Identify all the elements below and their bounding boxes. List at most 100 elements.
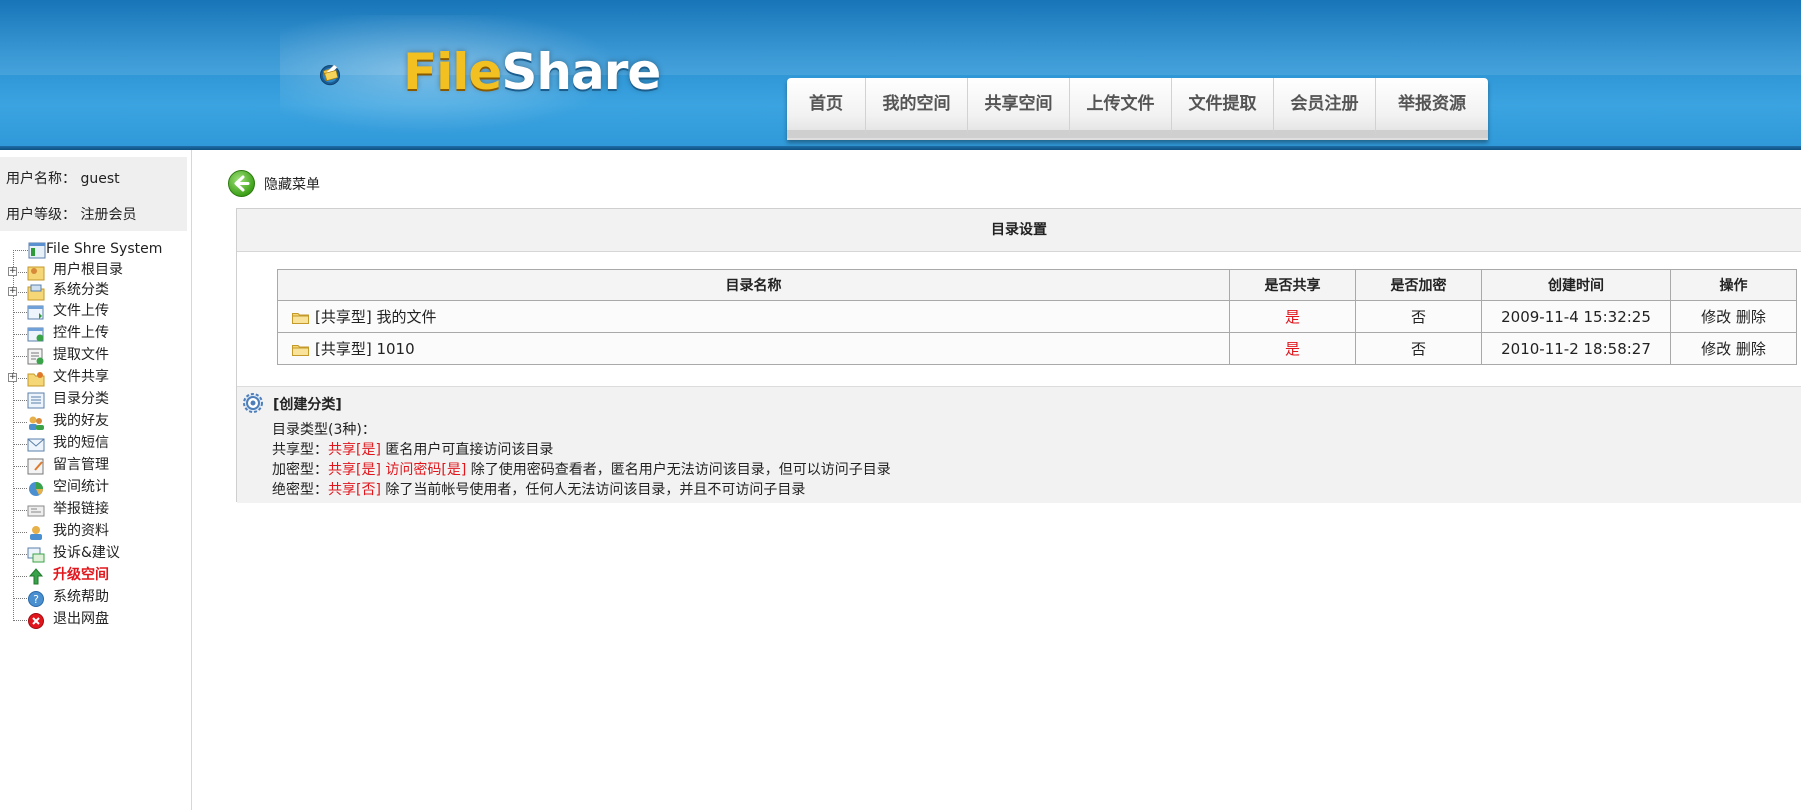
gear-icon	[243, 393, 263, 413]
sidebar-item[interactable]: 提取文件	[0, 344, 191, 369]
user-name-value: guest	[80, 171, 120, 187]
upload-icon	[27, 305, 44, 320]
extract-icon	[27, 348, 44, 365]
expand-icon[interactable]: +	[8, 267, 17, 276]
message-icon	[27, 438, 45, 452]
col-actions: 操作	[1670, 269, 1797, 301]
sidebar-item[interactable]: 留言管理	[0, 454, 191, 479]
encrypted-type-line: 加密型：共享[是] 访问密码[是] 除了使用密码查看者，匿名用户无法访问该目录，…	[272, 459, 891, 479]
tree-root[interactable]: File Shre System	[0, 238, 191, 263]
edit-link[interactable]: 修改	[1701, 308, 1731, 326]
edit-link[interactable]: 修改	[1701, 340, 1731, 358]
sidebar-item[interactable]: + 文件共享	[0, 366, 191, 391]
dir-name[interactable]: [共享型] 1010	[315, 340, 415, 358]
logo-share-text: Share	[501, 43, 661, 101]
tree-connector	[13, 532, 27, 533]
sidebar-item-label: 文件共享	[53, 369, 109, 385]
encrypted-type-tag2: 访问密码[是]	[385, 462, 467, 478]
col-encrypted: 是否加密	[1355, 269, 1482, 301]
types-line: 目录类型(3种)：	[272, 422, 376, 438]
sidebar-item[interactable]: 我的资料	[0, 520, 191, 545]
user-level-value: 注册会员	[80, 207, 137, 223]
list-icon	[27, 392, 45, 409]
panel-title: 目录设置	[237, 209, 1801, 252]
sidebar-item-label: 目录分类	[53, 391, 109, 407]
sidebar: 用户名称： guest 用户等级： 注册会员 File Shre System …	[0, 150, 192, 810]
expand-icon[interactable]: +	[8, 287, 17, 296]
sidebar-item[interactable]: + 用户根目录	[0, 260, 191, 285]
exit-icon	[28, 613, 44, 629]
sidebar-item-label: 升级空间	[53, 567, 109, 583]
sidebar-item[interactable]: 我的好友	[0, 410, 191, 435]
created-value: 2010-11-2 18:58:27	[1481, 332, 1671, 365]
directory-settings-panel: 目录设置 目录名称 是否共享 是否加密 创建时间 操作 [共享型] 我的文件 是…	[236, 208, 1801, 503]
sidebar-item[interactable]: 空间统计	[0, 476, 191, 501]
report-icon	[27, 505, 45, 517]
nav-home[interactable]: 首页	[787, 78, 866, 138]
sidebar-item-label: 我的好友	[53, 413, 109, 429]
nav-register[interactable]: 会员注册	[1274, 78, 1376, 138]
sidebar-item[interactable]: 目录分类	[0, 388, 191, 413]
top-nav: 首页 我的空间 共享空间 上传文件 文件提取 会员注册 举报资源	[787, 78, 1488, 140]
control-upload-icon	[27, 327, 44, 342]
sidebar-item[interactable]: 我的短信	[0, 432, 191, 457]
folder-icon	[292, 312, 309, 324]
sidebar-item[interactable]: 文件上传	[0, 300, 191, 325]
sidebar-item[interactable]: + 系统分类	[0, 280, 191, 305]
encrypted-type-desc: 除了使用密码查看者，匿名用户无法访问该目录，但可以访问子目录	[466, 462, 891, 478]
guestbook-icon	[27, 458, 44, 475]
user-name-label: 用户名称：	[6, 171, 76, 187]
table-row: [共享型] 我的文件 是 否 2009-11-4 15:32:25 修改 删除	[277, 300, 1797, 333]
encrypted-value: 否	[1355, 300, 1482, 333]
sidebar-item[interactable]: 举报链接	[0, 498, 191, 523]
sidebar-item[interactable]: 控件上传	[0, 322, 191, 347]
shared-value: 是	[1229, 300, 1356, 333]
dir-name[interactable]: [共享型] 我的文件	[315, 308, 436, 326]
header-bottom-line	[0, 146, 1801, 150]
expand-icon[interactable]: +	[8, 373, 17, 382]
nav-shared-space[interactable]: 共享空间	[968, 78, 1070, 138]
sidebar-item[interactable]: 退出网盘	[0, 608, 191, 630]
system-icon	[28, 242, 46, 259]
created-value: 2009-11-4 15:32:25	[1481, 300, 1671, 333]
tree-root-label: File Shre System	[46, 241, 163, 257]
hide-menu-label: 隐藏菜单	[264, 177, 320, 193]
tree-connector	[13, 488, 27, 489]
logo-file-text: File	[403, 43, 502, 101]
dir-name-cell: [共享型] 1010	[277, 332, 1230, 365]
sidebar-item-label: 投诉&建议	[53, 545, 120, 561]
shared-type-desc: 匿名用户可直接访问该目录	[380, 442, 554, 458]
private-type-desc: 除了当前帐号使用者，任何人无法访问该目录，并且不可访问子目录	[380, 482, 806, 498]
sidebar-item[interactable]: 投诉&建议	[0, 542, 191, 567]
tree-connector	[13, 422, 27, 423]
help-icon: ?	[28, 591, 44, 607]
table-row: [共享型] 1010 是 否 2010-11-2 18:58:27 修改 删除	[277, 332, 1797, 365]
nav-upload[interactable]: 上传文件	[1070, 78, 1172, 138]
sidebar-item[interactable]: ? 系统帮助	[0, 586, 191, 611]
sidebar-item-label: 举报链接	[53, 501, 109, 517]
user-level-label: 用户等级：	[6, 207, 76, 223]
delete-link[interactable]: 删除	[1736, 340, 1766, 358]
share-folder-icon	[27, 372, 45, 387]
sidebar-item-label: 用户根目录	[53, 262, 123, 278]
sidebar-item-label: 系统分类	[53, 282, 109, 298]
user-folder-icon	[27, 266, 45, 281]
tree-connector	[13, 356, 27, 357]
delete-link[interactable]: 删除	[1736, 308, 1766, 326]
sidebar-item-label: 系统帮助	[53, 589, 109, 605]
nav-extract[interactable]: 文件提取	[1172, 78, 1274, 138]
tree-connector	[13, 334, 27, 335]
shared-value: 是	[1229, 332, 1356, 365]
nav-my-space[interactable]: 我的空间	[866, 78, 968, 138]
folder-icon	[27, 284, 45, 301]
svg-text:?: ?	[33, 593, 39, 606]
private-type-prefix: 绝密型：	[272, 482, 328, 498]
actions-cell: 修改 删除	[1670, 332, 1797, 365]
encrypted-type-prefix: 加密型：	[272, 462, 328, 478]
nav-report[interactable]: 举报资源	[1376, 78, 1488, 138]
create-category-title[interactable]: [创建分类]	[273, 394, 342, 414]
sidebar-item-label: 文件上传	[53, 303, 109, 319]
sidebar-item[interactable]: 升级空间	[0, 564, 191, 589]
profile-icon	[30, 526, 42, 540]
tree-connector	[13, 312, 27, 313]
